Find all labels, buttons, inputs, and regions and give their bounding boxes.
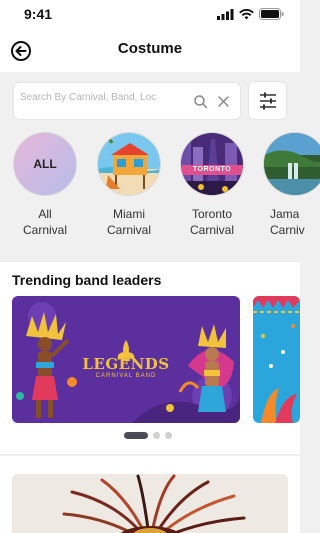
- filter-button[interactable]: [248, 81, 287, 120]
- search-input[interactable]: [20, 92, 188, 103]
- next-banner-peek[interactable]: [253, 296, 300, 423]
- trending-heading: Trending band leaders: [12, 272, 162, 288]
- featured-section: [0, 456, 300, 533]
- carousel-dot[interactable]: [153, 432, 160, 439]
- carousel-indicator: [124, 432, 172, 439]
- carousel-dot[interactable]: [124, 432, 148, 439]
- signal-icon: [217, 8, 234, 20]
- wifi-icon: [239, 8, 254, 19]
- band-leader-banner[interactable]: LEGENDS CARNIVAL BAND: [12, 296, 240, 423]
- band-logo-title: LEGENDS: [82, 355, 170, 373]
- category-label-line2: Carniv: [270, 223, 305, 237]
- clear-icon[interactable]: [216, 94, 231, 109]
- search-icon[interactable]: [193, 94, 208, 109]
- category-all[interactable]: ALL All Carnival: [12, 132, 78, 238]
- category-label-line1: Jama: [270, 207, 300, 221]
- category-all-circle: ALL: [13, 132, 77, 196]
- status-time: 9:41: [24, 6, 53, 22]
- toronto-sign-text: TORONTO: [192, 166, 232, 173]
- search-box: [13, 82, 241, 120]
- toronto-sign-image: TORONTO: [180, 132, 244, 196]
- page-title: Costume: [117, 40, 183, 57]
- status-bar: 9:41: [0, 0, 300, 28]
- category-jamaica[interactable]: Jama Carniv: [262, 132, 320, 238]
- filter-sliders-icon: [260, 92, 276, 110]
- carousel-dot[interactable]: [165, 432, 172, 439]
- category-toronto[interactable]: TORONTO Toronto Carnival: [179, 132, 245, 238]
- category-label-line1: Toronto: [191, 207, 233, 221]
- category-label-line1: Miami: [113, 207, 145, 221]
- featured-costume-image[interactable]: [12, 474, 288, 533]
- category-label-line2: Carnival: [189, 223, 234, 237]
- miami-lifeguard-image: [97, 132, 161, 196]
- jamaica-waterfall-image: [263, 132, 320, 196]
- app-header: Costume: [0, 28, 300, 72]
- category-label-line1: All: [38, 207, 52, 221]
- battery-icon: [259, 8, 284, 20]
- trending-section: Trending band leaders LEGENDS CARNIVAL B…: [0, 262, 300, 454]
- category-label-line2: Carnival: [106, 223, 151, 237]
- category-label-line2: Carnival: [22, 223, 67, 237]
- category-miami[interactable]: Miami Carnival: [96, 132, 162, 238]
- band-logo-subtitle: CARNIVAL BAND: [95, 373, 157, 379]
- category-all-badge: ALL: [33, 157, 57, 171]
